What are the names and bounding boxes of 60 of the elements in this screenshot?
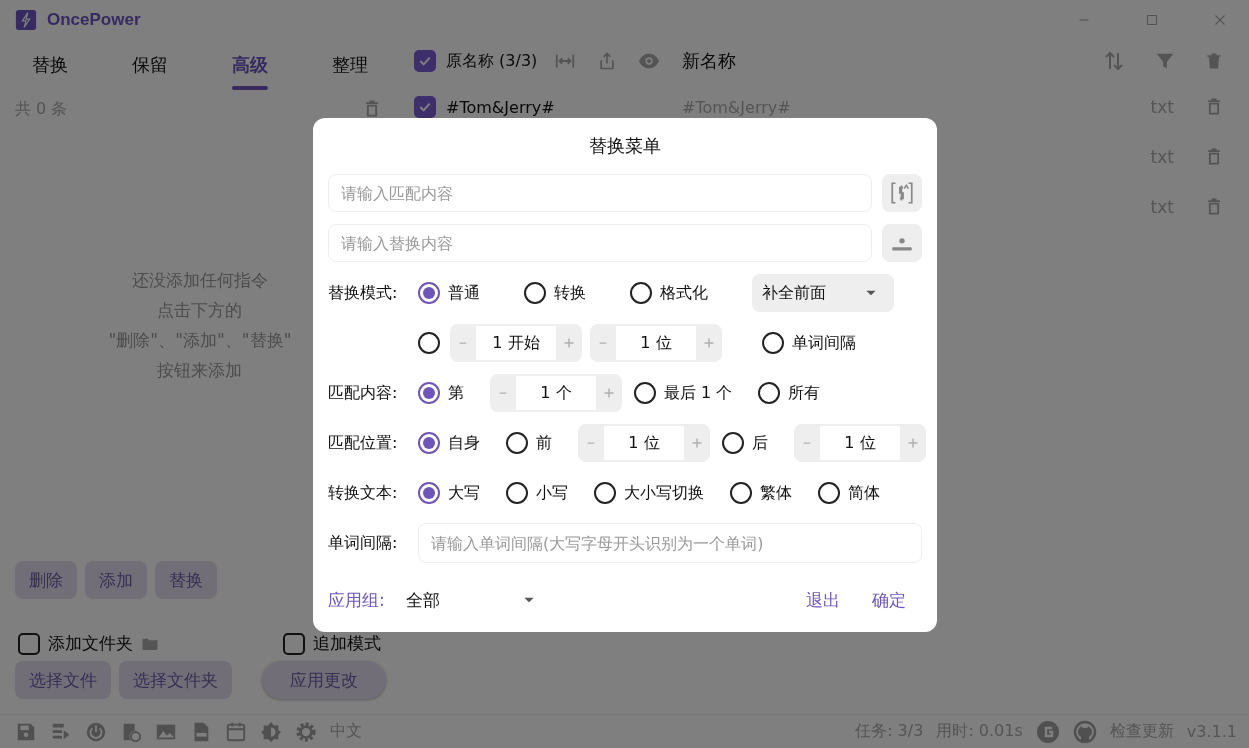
number-stepper[interactable]: 1 位: [590, 324, 722, 362]
checkbox[interactable]: [414, 96, 436, 118]
number-stepper[interactable]: 1 位: [578, 424, 710, 462]
option-label: 替换模式:: [328, 282, 399, 304]
radio-button[interactable]: [418, 332, 440, 354]
option-label: 单词间隔:: [328, 532, 399, 554]
option-label: 转换文本:: [328, 482, 399, 504]
option-label: 匹配位置:: [328, 432, 399, 454]
radio-option[interactable]: 简体: [818, 482, 894, 504]
file-name: #Tom&Jerry#: [446, 97, 556, 117]
option-label: 匹配内容:: [328, 382, 399, 404]
plus-icon[interactable]: [603, 387, 615, 399]
radio-option[interactable]: 所有: [758, 382, 835, 404]
radio-option[interactable]: 繁体: [730, 482, 806, 504]
checkbox[interactable]: [18, 632, 40, 655]
plus-icon[interactable]: [563, 337, 575, 349]
tab[interactable]: 替换: [0, 40, 100, 90]
lightning-icon: [15, 9, 37, 31]
radio-option[interactable]: 最后 1 个: [634, 382, 747, 404]
format-dropdown[interactable]: 补全前面: [752, 274, 894, 312]
app-title: OncePower: [47, 10, 141, 30]
settings-icon[interactable]: [295, 720, 317, 743]
tab[interactable]: 整理: [300, 40, 400, 90]
checkbox-label[interactable]: 添加文件夹: [48, 632, 133, 655]
brightness-icon[interactable]: [260, 720, 282, 743]
power-icon[interactable]: [85, 720, 107, 743]
radio-option[interactable]: 大小写切换: [594, 482, 718, 504]
radio-option[interactable]: 大写: [418, 482, 494, 504]
match-field[interactable]: 请输入匹配内容: [328, 174, 872, 212]
plus-icon[interactable]: [703, 337, 715, 349]
radio-option[interactable]: 前: [506, 432, 566, 454]
radio-option[interactable]: 自身: [418, 432, 494, 454]
word-gap-field[interactable]: 请输入单词间隔(大写字母开头识别为一个单词): [418, 523, 922, 563]
checkbox-label[interactable]: 追加模式: [313, 632, 381, 655]
radio-option[interactable]: 普通: [418, 282, 494, 304]
number-stepper[interactable]: 1 个: [490, 374, 622, 412]
radio-option[interactable]: 后: [722, 432, 782, 454]
dialog-title: 替换菜单: [588, 134, 662, 158]
column-header[interactable]: 新名称: [682, 49, 1092, 73]
cancel-button[interactable]: 退出: [790, 580, 856, 620]
confirm-button[interactable]: 确定: [856, 580, 922, 620]
radio-option[interactable]: 小写: [506, 482, 582, 504]
tab[interactable]: 保留: [100, 40, 200, 90]
calendar-icon[interactable]: [225, 720, 247, 743]
group-label: 应用组:: [328, 588, 386, 612]
checkbox[interactable]: [414, 50, 436, 72]
plus-icon[interactable]: [691, 437, 703, 449]
column-header[interactable]: 原名称 (3/3): [446, 50, 538, 72]
plus-icon[interactable]: [907, 437, 919, 449]
checkbox[interactable]: [283, 632, 305, 655]
group-dropdown[interactable]: 全部: [406, 588, 536, 612]
replace-field[interactable]: 请输入替换内容: [328, 224, 872, 262]
radio-option[interactable]: 转换: [524, 282, 600, 304]
g-logo-icon[interactable]: [1035, 719, 1060, 744]
number-stepper[interactable]: 1 开始: [450, 324, 582, 362]
radio-option[interactable]: 第: [418, 382, 478, 404]
number-stepper[interactable]: 1 位: [794, 424, 926, 462]
regex-icon[interactable]: [889, 180, 915, 206]
radio-option[interactable]: 单词间隔: [762, 332, 858, 354]
radio-option[interactable]: 格式化: [630, 282, 722, 304]
